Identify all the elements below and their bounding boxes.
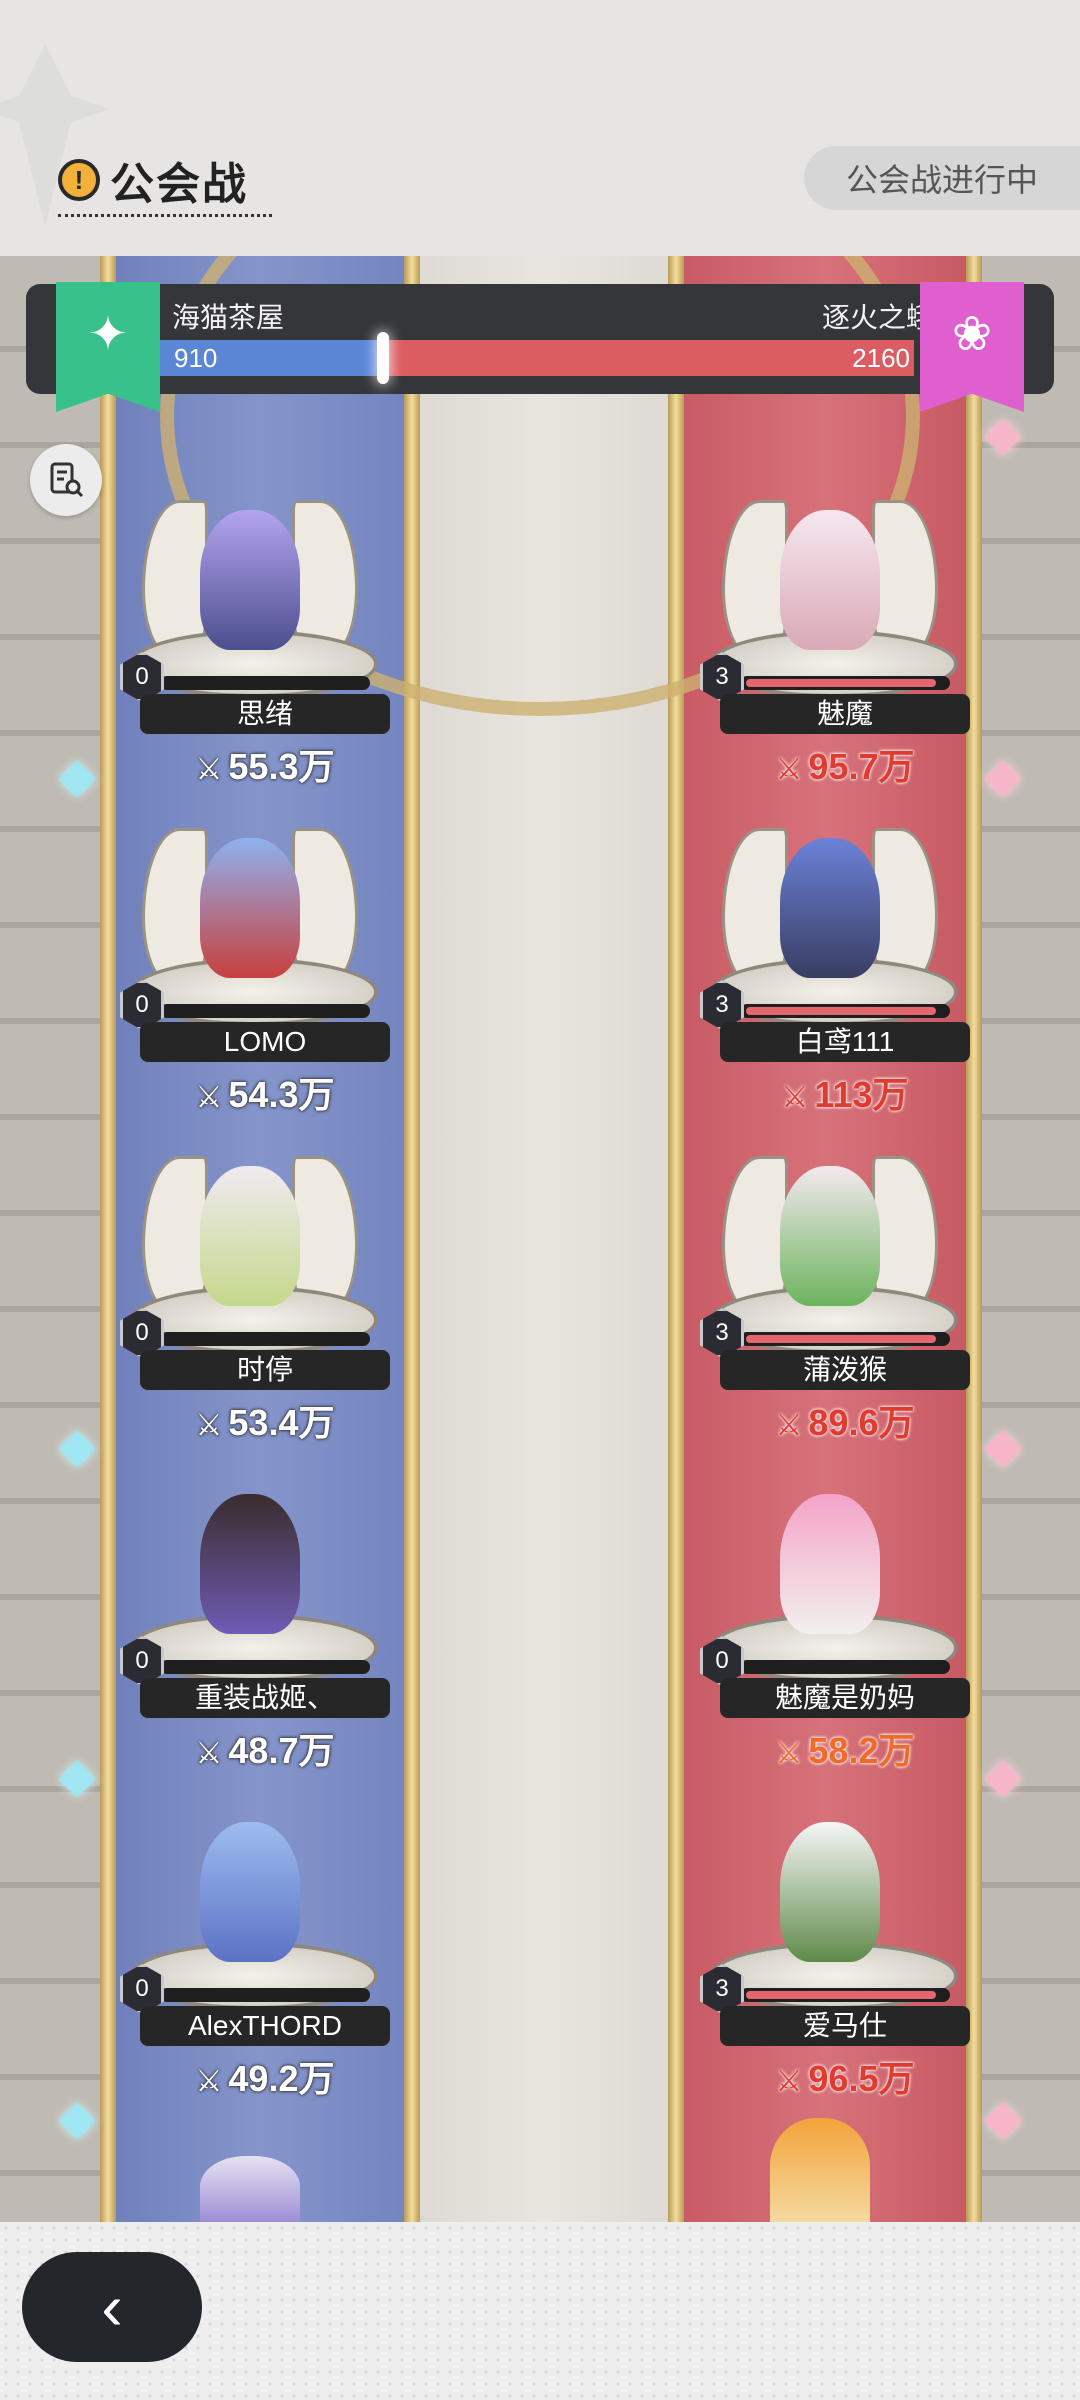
player-avatar	[780, 1494, 880, 1634]
left-player-card[interactable]: 0 重装战姬、 ⚔ 48.7万	[120, 1464, 390, 1771]
player-avatar	[780, 510, 880, 650]
crossed-swords-icon: ⚔	[195, 1081, 223, 1114]
player-avatar	[200, 1166, 300, 1306]
war-status-badge: 公会战进行中	[804, 146, 1080, 210]
player-name: 时停	[140, 1350, 390, 1390]
player-power: ⚔ 54.3万	[195, 1074, 335, 1115]
crossed-swords-icon: ⚔	[781, 1081, 809, 1114]
left-player-card[interactable]: 0 时停 ⚔ 53.4万	[120, 1136, 390, 1443]
player-power: ⚔ 53.4万	[195, 1402, 335, 1443]
crossed-swords-icon: ⚔	[195, 753, 223, 786]
right-player-card[interactable]: 3 爱马仕 ⚔ 96.5万	[700, 1792, 970, 2099]
player-power: ⚔ 113万	[781, 1074, 909, 1115]
player-avatar	[200, 1494, 300, 1634]
player-avatar	[200, 838, 300, 978]
page-title-group: ! 公会战	[58, 150, 248, 210]
right-player-card[interactable]: 3 白鸢111 ⚔ 113万	[700, 808, 970, 1115]
alert-icon[interactable]: !	[58, 159, 100, 201]
crossed-swords-icon: ⚔	[775, 1737, 803, 1770]
player-name: 思绪	[140, 694, 390, 734]
player-name: 蒲泼猴	[720, 1350, 970, 1390]
crossed-swords-icon: ⚔	[195, 2065, 223, 2098]
title-underline	[58, 210, 272, 217]
right-score: 2160	[852, 343, 910, 373]
left-guild-banner[interactable]: ✦	[56, 282, 160, 412]
player-avatar	[780, 1166, 880, 1306]
right-player-card[interactable]: 0 魅魔是奶妈 ⚔ 58.2万	[700, 1464, 970, 1771]
player-power: ⚔ 58.2万	[775, 1730, 915, 1771]
left-player-card[interactable]: 0 AlexTHORD ⚔ 49.2万	[120, 1792, 390, 2099]
pillar-outer-right	[966, 256, 982, 2222]
crossed-swords-icon: ⚔	[195, 1737, 223, 1770]
top-header: ! 公会战 公会战进行中	[0, 0, 1080, 256]
left-score: 910	[174, 343, 218, 373]
left-guild-emblem-icon: ✦	[87, 308, 129, 361]
player-power: ⚔ 55.3万	[195, 746, 335, 787]
next-left-player-avatar	[200, 2156, 300, 2222]
score-bar: 海猫茶屋 逐火之蛾	[26, 284, 1054, 394]
next-right-player-avatar	[770, 2118, 870, 2222]
back-button[interactable]: ‹	[22, 2252, 202, 2362]
player-name: AlexTHORD	[140, 2006, 390, 2046]
score-divider-spark	[377, 332, 389, 384]
crossed-swords-icon: ⚔	[775, 753, 803, 786]
battle-log-button[interactable]	[30, 444, 102, 516]
player-name: 重装战姬、	[140, 1678, 390, 1718]
right-player-card[interactable]: 3 魅魔 ⚔ 95.7万	[700, 480, 970, 787]
right-guild-banner[interactable]: ❀	[920, 282, 1024, 412]
player-avatar	[200, 1822, 300, 1962]
back-chevron-icon: ‹	[101, 2271, 123, 2343]
right-team-name: 逐火之蛾	[821, 302, 934, 333]
player-name: LOMO	[140, 1022, 390, 1062]
left-wall	[0, 256, 110, 2222]
right-wall	[970, 256, 1080, 2222]
player-power: ⚔ 48.7万	[195, 1730, 335, 1771]
player-power: ⚔ 89.6万	[775, 1402, 915, 1443]
crossed-swords-icon: ⚔	[775, 1409, 803, 1442]
crossed-swords-icon: ⚔	[775, 2065, 803, 2098]
player-avatar	[780, 838, 880, 978]
player-name: 魅魔是奶妈	[720, 1678, 970, 1718]
player-power: ⚔ 96.5万	[775, 2058, 915, 2099]
player-name: 爱马仕	[720, 2006, 970, 2046]
player-power: ⚔ 49.2万	[195, 2058, 335, 2099]
player-name: 白鸢111	[720, 1022, 970, 1062]
page-title: 公会战	[110, 160, 248, 209]
player-name: 魅魔	[720, 694, 970, 734]
bottom-bar: ‹	[0, 2222, 1080, 2400]
left-player-card[interactable]: 0 思绪 ⚔ 55.3万	[120, 480, 390, 787]
player-avatar	[780, 1822, 880, 1962]
right-guild-emblem-icon: ❀	[951, 308, 993, 361]
player-avatar	[200, 510, 300, 650]
right-player-card[interactable]: 3 蒲泼猴 ⚔ 89.6万	[700, 1136, 970, 1443]
pillar-outer-left	[100, 256, 116, 2222]
left-team-name: 海猫茶屋	[172, 302, 285, 333]
crossed-swords-icon: ⚔	[195, 1409, 223, 1442]
left-player-card[interactable]: 0 LOMO ⚔ 54.3万	[120, 808, 390, 1115]
battle-log-icon	[50, 462, 84, 498]
player-power: ⚔ 95.7万	[775, 746, 915, 787]
right-score-fill	[383, 340, 914, 376]
